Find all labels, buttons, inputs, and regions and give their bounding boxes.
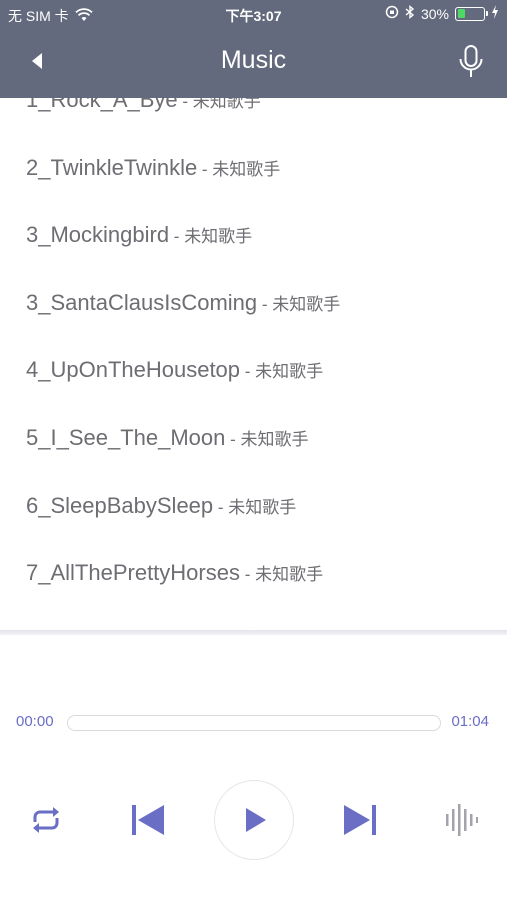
repeat-icon <box>33 807 59 833</box>
microphone-icon <box>459 45 483 77</box>
song-title: 4_UpOnTheHousetop <box>26 357 241 383</box>
skip-previous-icon <box>132 805 164 835</box>
song-row[interactable]: 2_TwinkleTwinkle - 未知歌手 <box>26 148 280 188</box>
voice-search-button[interactable] <box>457 44 485 80</box>
orientation-lock-icon <box>385 5 399 22</box>
progress-slider[interactable] <box>67 715 441 731</box>
status-bar: 无 SIM 卡 下午3:07 30% <box>0 0 507 28</box>
song-artist: 未知歌手 <box>192 98 261 111</box>
current-time: 00:00 <box>16 713 54 730</box>
player-panel: 00:00 01:04 <box>0 635 507 900</box>
song-list[interactable]: 1_Rock_A_Bye - 未知歌手 2_TwinkleTwinkle - 未知… <box>0 98 507 634</box>
equalizer-button[interactable] <box>440 800 482 840</box>
song-artist: 未知歌手 <box>255 362 324 382</box>
song-artist: 未知歌手 <box>212 159 281 179</box>
app-header: 无 SIM 卡 下午3:07 30% Music <box>0 0 507 98</box>
song-row[interactable]: 4_UpOnTheHousetop - 未知歌手 <box>26 350 323 390</box>
song-separator: - <box>197 159 213 179</box>
status-right: 30% <box>385 5 499 22</box>
song-title: 2_TwinkleTwinkle <box>26 154 198 180</box>
song-title: 6_SleepBabySleep <box>26 492 214 518</box>
song-row[interactable]: 7_AllThePrettyHorses - 未知歌手 <box>26 553 323 593</box>
battery-percent: 30% <box>420 5 449 22</box>
next-track-button[interactable] <box>340 799 382 841</box>
song-title: 1_Rock_A_Bye <box>26 98 178 112</box>
song-artist: 未知歌手 <box>228 497 297 517</box>
song-separator: - <box>169 227 185 247</box>
song-separator: - <box>239 565 256 585</box>
song-artist: 未知歌手 <box>272 294 341 314</box>
battery-icon <box>455 6 488 21</box>
play-icon <box>246 808 266 832</box>
song-separator: - <box>257 294 273 314</box>
song-artist: 未知歌手 <box>184 227 253 247</box>
total-time: 01:04 <box>451 713 489 730</box>
charging-icon <box>491 5 499 22</box>
play-button[interactable] <box>214 780 294 860</box>
song-row[interactable]: 3_Mockingbird - 未知歌手 <box>26 215 252 255</box>
song-row[interactable]: 6_SleepBabySleep - 未知歌手 <box>26 486 296 526</box>
song-separator: - <box>213 497 229 517</box>
page-title: Music <box>220 46 287 74</box>
song-separator: - <box>177 98 193 111</box>
bluetooth-icon <box>405 5 415 22</box>
song-title: 3_Mockingbird <box>26 222 170 248</box>
skip-next-icon <box>344 805 376 835</box>
waveform-icon <box>446 804 478 836</box>
song-artist: 未知歌手 <box>255 565 324 585</box>
song-row[interactable]: 1_Rock_A_Bye - 未知歌手 <box>26 98 261 120</box>
song-artist: 未知歌手 <box>240 430 309 449</box>
song-title: 7_AllThePrettyHorses <box>26 560 240 586</box>
song-title: 3_SantaClausIsComing <box>26 289 258 315</box>
song-title: 5_I_See_The_Moon <box>26 425 226 450</box>
previous-track-button[interactable] <box>126 799 168 841</box>
song-separator: - <box>240 362 256 382</box>
song-row[interactable]: 5_I_See_The_Moon - 未知歌手 <box>26 418 308 458</box>
repeat-button[interactable] <box>24 800 68 840</box>
song-row[interactable]: 3_SantaClausIsComing - 未知歌手 <box>26 283 340 323</box>
battery-fill <box>457 9 465 18</box>
song-separator: - <box>225 430 241 449</box>
